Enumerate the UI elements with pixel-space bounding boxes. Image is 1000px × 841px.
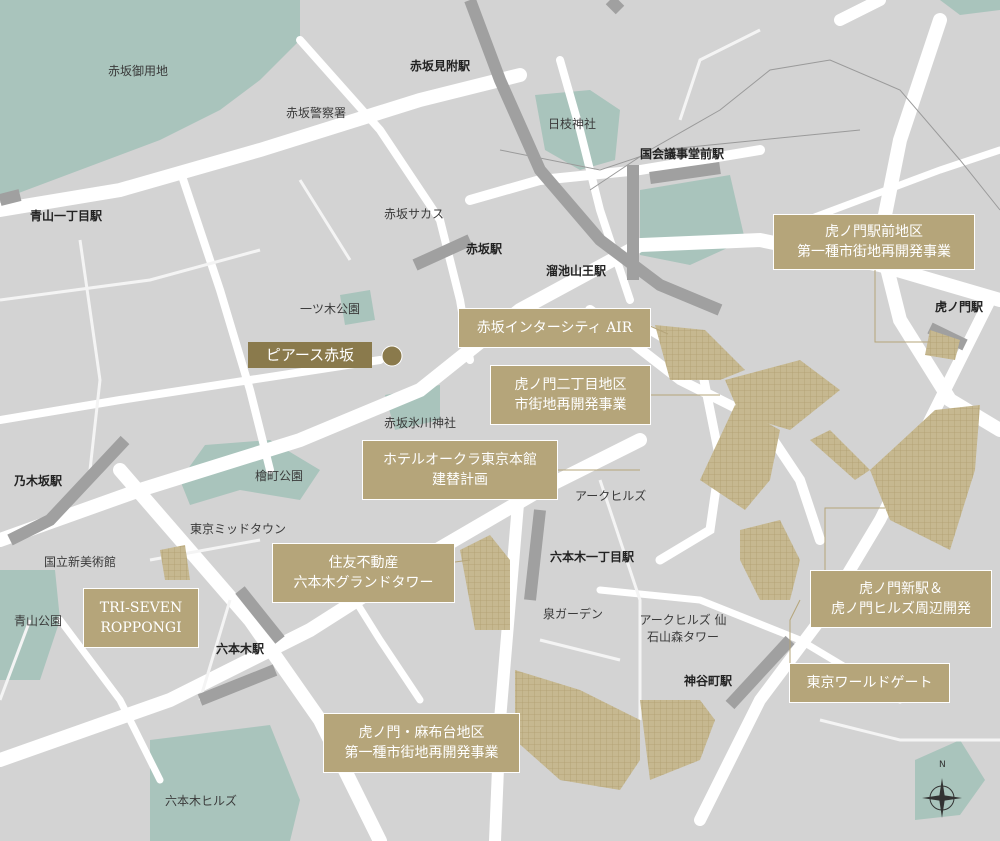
project-box: 東京ワールドゲート [789,663,950,703]
place-label: 檜町公園 [255,469,304,483]
place-label: 一ツ木公園 [300,302,361,316]
project-box: 虎ノ門新駅＆ 虎ノ門ヒルズ周辺開発 [810,570,992,628]
station-label: 六本木駅 [216,642,265,656]
station-label: 赤坂駅 [466,242,503,256]
compass-north-label: N [939,760,946,770]
place-label: 東京ミッドタウン [190,522,287,536]
station-label: 青山一丁目駅 [30,209,103,223]
project-box: 住友不動産 六本木グランドタワー [272,543,455,603]
project-box: TRI-SEVEN ROPPONGI [83,588,199,648]
place-label: 六本木ヒルズ [165,794,238,808]
project-box: 虎ノ門二丁目地区 市街地再開発事業 [490,365,651,425]
project-box: ホテルオークラ東京本館 建替計画 [362,440,558,500]
station-label: 神谷町駅 [684,674,733,688]
project-box: 虎ノ門駅前地区 第一種市街地再開発事業 [773,214,975,270]
place-label: 赤坂警察署 [286,106,347,120]
station-label: 六本木一丁目駅 [550,550,635,564]
area-map: 赤坂御用地 赤坂警察署 日枝神社 赤坂サカス 一ツ木公園 赤坂氷川神社 檜町公園… [0,0,1000,841]
place-label: 赤坂サカス [384,207,445,221]
subject-property-label: ピアース赤坂 [248,342,372,368]
location-dot-icon [381,345,403,367]
place-label: 赤坂氷川神社 [384,416,457,430]
place-label: 日枝神社 [548,117,597,131]
place-label: アークヒルズ [575,489,647,503]
station-label: 溜池山王駅 [546,264,607,278]
station-label: 虎ノ門駅 [935,300,984,314]
place-label: 国立新美術館 [44,555,117,569]
compass-icon: N [920,760,964,820]
place-label: アークヒルズ 仙石山森タワー [639,613,727,644]
station-label: 乃木坂駅 [14,474,63,488]
project-box: 赤坂インターシティ AIR [458,308,651,348]
place-label: 泉ガーデン [543,607,604,621]
place-label: 赤坂御用地 [108,64,169,78]
project-box: 虎ノ門・麻布台地区 第一種市街地再開発事業 [323,713,520,773]
station-label: 赤坂見附駅 [410,59,471,73]
station-label: 国会議事堂前駅 [640,147,725,161]
place-label: 青山公園 [14,614,63,628]
